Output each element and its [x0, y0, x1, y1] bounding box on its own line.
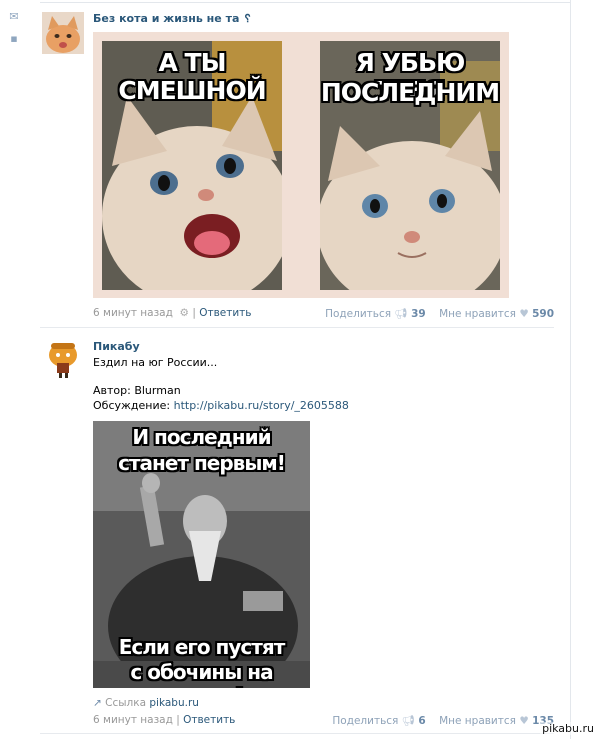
meme-caption-top-line1: И последний — [132, 425, 271, 449]
post-time[interactable]: 6 минут назад — [93, 307, 173, 319]
feed-top-divider — [40, 2, 570, 3]
post-stats: Поделиться 📢︎ 6 Мне нравится ♥ 135 — [332, 714, 554, 727]
meme-panel-right: Я УБЬЮ ТЕБЯ ПОСЛЕДНИМ — [320, 41, 500, 290]
post-text-author: Автор: Blurman — [93, 384, 181, 397]
post-text-discussion: Обсуждение: http://pikabu.ru/story/_2605… — [93, 398, 349, 413]
share-count: 39 — [411, 308, 426, 320]
like-label: Мне нравится — [439, 715, 516, 727]
heart-icon: ♥ — [519, 308, 529, 320]
post-image[interactable]: А ТЫ СМЕШНОЙ Я УБЬЮ ТЕБЯ ПОСЛЕДНИМ — [93, 32, 509, 298]
left-sidebar: ✉ ▪ — [0, 0, 28, 739]
post-author[interactable]: Без кота и жизнь не та ␦ — [93, 12, 252, 26]
post-link-attachment: ↗ Ссылка pikabu.ru — [93, 697, 199, 709]
heart-icon: ♥ — [519, 715, 529, 727]
share-button[interactable]: Поделиться 📢︎ 6 — [332, 715, 425, 727]
share-button[interactable]: Поделиться 📢︎ 39 — [325, 308, 426, 320]
post-divider — [40, 733, 554, 734]
post-text-line1: Ездил на юг России... — [93, 356, 218, 369]
like-button[interactable]: Мне нравится ♥ 590 — [439, 308, 554, 320]
like-count: 590 — [532, 308, 554, 320]
link-arrow-icon: ↗ — [93, 697, 102, 709]
meme-caption-bottom-line1: Если его пустят — [118, 635, 286, 659]
news-feed: Без кота и жизнь не та ␦ А ТЫ СМЕШНОЙ Я … — [28, 0, 571, 739]
comment-icon[interactable]: ▪ — [8, 33, 20, 44]
pikabu-logo-avatar — [42, 337, 84, 379]
discussion-link[interactable]: http://pikabu.ru/story/_2605588 — [174, 399, 349, 412]
avatar[interactable] — [42, 337, 84, 379]
discussion-label: Обсуждение: — [93, 399, 174, 412]
post-stats: Поделиться 📢︎ 39 Мне нравится ♥ 590 — [325, 307, 554, 320]
megaphone-icon: 📢︎ — [394, 308, 408, 320]
meme-caption-left: А ТЫ СМЕШНОЙ — [118, 48, 266, 105]
share-count: 6 — [418, 715, 426, 727]
link-domain[interactable]: pikabu.ru — [149, 697, 199, 709]
post-meta: 6 минут назад ⚙ | Ответить — [93, 307, 252, 319]
meme-panel-left: А ТЫ СМЕШНОЙ — [102, 41, 282, 290]
megaphone-icon: 📢︎ — [401, 715, 416, 727]
post-image[interactable]: И последний станет первым! Если его пуст… — [93, 421, 310, 688]
cat-avatar-image — [42, 12, 84, 54]
share-label: Поделиться — [325, 308, 392, 320]
post-divider — [40, 327, 554, 328]
settings-icon[interactable]: ⚙ — [176, 307, 192, 319]
avatar[interactable] — [42, 12, 84, 54]
watermark: pikabu.ru — [540, 722, 596, 735]
post-time[interactable]: 6 минут назад — [93, 714, 173, 726]
post-meta: 6 минут назад | Ответить — [93, 714, 236, 726]
link-label: Ссылка — [105, 697, 147, 709]
post-author[interactable]: Пикабу — [93, 340, 140, 353]
like-button[interactable]: Мне нравится ♥ 135 — [439, 715, 554, 727]
share-label: Поделиться — [332, 715, 399, 727]
reply-link[interactable]: Ответить — [199, 307, 251, 319]
meme-caption-top-line2: станет первым! — [118, 451, 286, 475]
reply-link[interactable]: Ответить — [183, 714, 235, 726]
like-label: Мне нравится — [439, 308, 516, 320]
meme-caption-bottom-line2: с обочины на полосу! — [130, 660, 273, 688]
meme-caption-right-line2: ПОСЛЕДНИМ — [320, 78, 500, 107]
mail-icon[interactable]: ✉ — [8, 11, 20, 22]
